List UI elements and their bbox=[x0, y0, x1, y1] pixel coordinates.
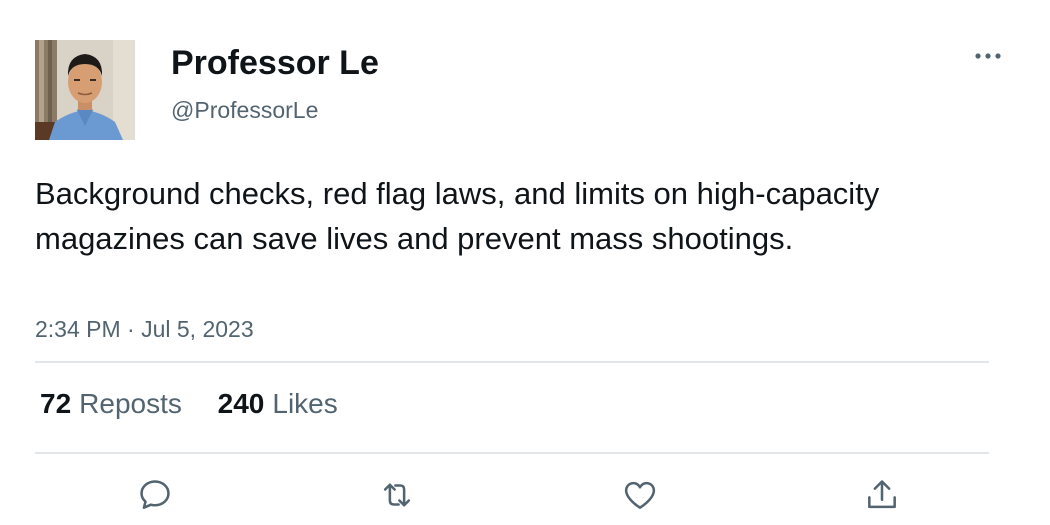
divider bbox=[35, 361, 989, 363]
avatar[interactable] bbox=[35, 40, 135, 140]
divider bbox=[35, 452, 989, 454]
heart-icon bbox=[624, 481, 656, 509]
reply-button[interactable] bbox=[134, 474, 176, 516]
tweet-card: Professor Le @ProfessorLe Background che… bbox=[0, 0, 1050, 525]
repost-arrows-icon bbox=[383, 483, 411, 507]
author-handle[interactable]: @ProfessorLe bbox=[171, 96, 318, 124]
author-display-name[interactable]: Professor Le bbox=[171, 43, 379, 83]
engagement-stats: 72 Reposts 240 Likes bbox=[40, 386, 338, 422]
tweet-text: Background checks, red flag laws, and li… bbox=[35, 176, 880, 256]
likes-label: Likes bbox=[272, 388, 338, 419]
tweet-timestamp[interactable]: 2:34 PM · Jul 5, 2023 bbox=[35, 315, 254, 343]
reposts-count: 72 bbox=[40, 388, 72, 419]
reposts-label: Reposts bbox=[79, 388, 182, 419]
likes-stat[interactable]: 240 Likes bbox=[218, 386, 338, 422]
share-upload-icon bbox=[868, 480, 896, 509]
speech-bubble-icon bbox=[140, 480, 170, 509]
avatar-photo bbox=[35, 40, 135, 140]
likes-count: 240 bbox=[217, 388, 265, 419]
share-button[interactable] bbox=[861, 474, 903, 516]
like-button[interactable] bbox=[619, 474, 661, 516]
reposts-stat[interactable]: 72 Reposts bbox=[40, 386, 182, 422]
more-options-icon[interactable] bbox=[970, 46, 1006, 66]
repost-button[interactable] bbox=[376, 474, 418, 516]
